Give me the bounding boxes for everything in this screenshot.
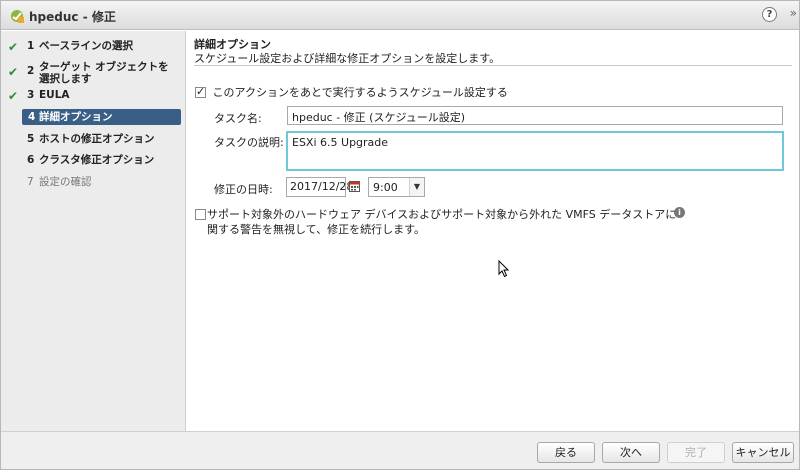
step-label: ターゲット オブジェクトを選択します <box>39 61 169 85</box>
help-button[interactable]: ? <box>762 7 777 22</box>
time-select[interactable]: 9:00 ▼ <box>368 177 425 197</box>
step-number: 2 <box>27 65 35 77</box>
update-manager-icon <box>11 10 24 23</box>
step-label: 詳細オプション <box>39 111 113 123</box>
cancel-button[interactable]: キャンセル <box>732 442 794 463</box>
step-number: 7 <box>27 176 34 188</box>
advanced-options-panel: 詳細オプション スケジュール設定および詳細な修正オプションを設定します。 このア… <box>187 31 799 431</box>
mouse-pointer-icon <box>498 260 510 278</box>
check-icon: ✔ <box>8 89 19 103</box>
date-input[interactable]: 2017/12/28 <box>286 177 353 197</box>
nav-step-4[interactable]: 4 詳細オプション <box>22 109 181 125</box>
step-number: 3 <box>27 89 35 101</box>
step-label: ベースラインの選択 <box>39 40 133 52</box>
title-bar: hpeduc - 修正 ? » <box>1 1 799 30</box>
task-name-label: タスク名: <box>214 112 262 125</box>
calendar-icon[interactable] <box>349 181 360 192</box>
step-label: クラスタ修正オプション <box>39 154 155 166</box>
step-number: 1 <box>27 40 35 52</box>
schedule-later-checkbox[interactable] <box>195 85 206 98</box>
step-number: 5 <box>27 133 35 145</box>
back-button[interactable]: 戻る <box>537 442 595 463</box>
remediation-datetime-label: 修正の日時: <box>214 183 273 196</box>
dialog-footer: 戻る 次へ 完了 キャンセル <box>1 431 799 469</box>
step-label: 設定の確認 <box>39 176 92 188</box>
task-description-label: タスクの説明: <box>214 136 284 149</box>
remediate-dialog: hpeduc - 修正 ? » ✔ 1 ベースラインの選択 ✔ 2 ターゲット … <box>0 0 800 470</box>
wizard-steps-nav: ✔ 1 ベースラインの選択 ✔ 2 ターゲット オブジェクトを選択します ✔ 3… <box>1 31 186 431</box>
schedule-later-label: このアクションをあとで実行するようスケジュール設定する <box>212 86 508 99</box>
schedule-later-option[interactable]: このアクションをあとで実行するようスケジュール設定する <box>195 84 508 100</box>
task-name-input[interactable]: hpeduc - 修正 (スケジュール設定) <box>287 106 783 125</box>
next-button[interactable]: 次へ <box>602 442 660 463</box>
task-description-textarea[interactable]: ESXi 6.5 Upgrade <box>286 131 784 171</box>
step-label: ホストの修正オプション <box>39 133 155 145</box>
time-value: 9:00 <box>373 181 398 194</box>
page-subtitle: スケジュール設定および詳細な修正オプションを設定します。 <box>194 52 501 65</box>
dialog-title: hpeduc - 修正 <box>29 10 116 24</box>
step-number: 4 <box>28 111 36 123</box>
finish-button: 完了 <box>667 442 725 463</box>
divider <box>194 65 792 66</box>
chevron-down-icon[interactable]: ▼ <box>409 178 424 196</box>
ignore-warnings-label: サポート対象外のハードウェア デバイスおよびサポート対象から外れた VMFS デ… <box>207 208 677 236</box>
check-icon: ✔ <box>8 65 19 79</box>
info-icon[interactable]: i <box>674 207 685 218</box>
ignore-warnings-checkbox[interactable] <box>195 209 206 220</box>
check-icon: ✔ <box>8 40 19 54</box>
step-label: EULA <box>39 89 70 101</box>
expand-icon[interactable]: » <box>790 6 797 20</box>
step-number: 6 <box>27 154 35 166</box>
